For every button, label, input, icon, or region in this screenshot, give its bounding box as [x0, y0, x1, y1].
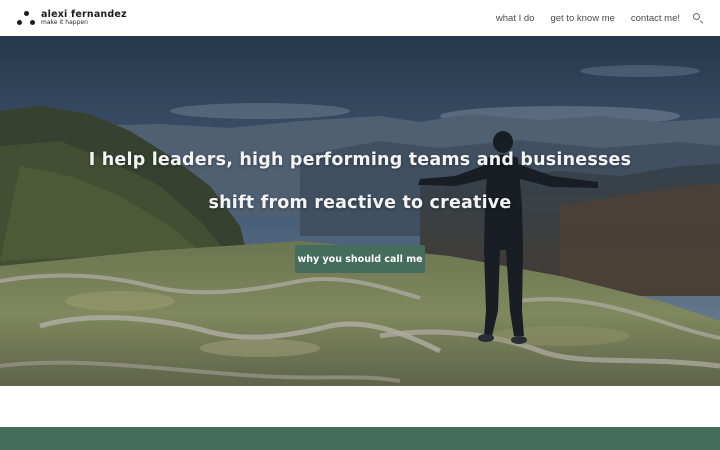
site-header: alexi fernandez make it happen what I do… [0, 0, 720, 36]
main-nav: what I do get to know me contact me! [480, 12, 704, 25]
nav-item-contact-me[interactable]: contact me! [631, 13, 680, 24]
hero-headline: I help leaders, high performing teams an… [88, 150, 632, 170]
nav-item-get-to-know-me[interactable]: get to know me [550, 13, 614, 24]
hero-subheadline: shift from reactive to creative [208, 193, 512, 213]
hero-section: I help leaders, high performing teams an… [0, 36, 720, 386]
nav-item-what-i-do[interactable]: what I do [496, 13, 535, 24]
brand-tagline: make it happen [41, 19, 88, 27]
call-me-button[interactable]: why you should call me [295, 245, 425, 273]
logo-mark-icon [17, 11, 35, 25]
logo[interactable]: alexi fernandez make it happen [17, 10, 127, 27]
brand-name: alexi fernandez [41, 8, 127, 20]
search-icon[interactable] [692, 12, 704, 25]
footer-band [0, 427, 720, 450]
